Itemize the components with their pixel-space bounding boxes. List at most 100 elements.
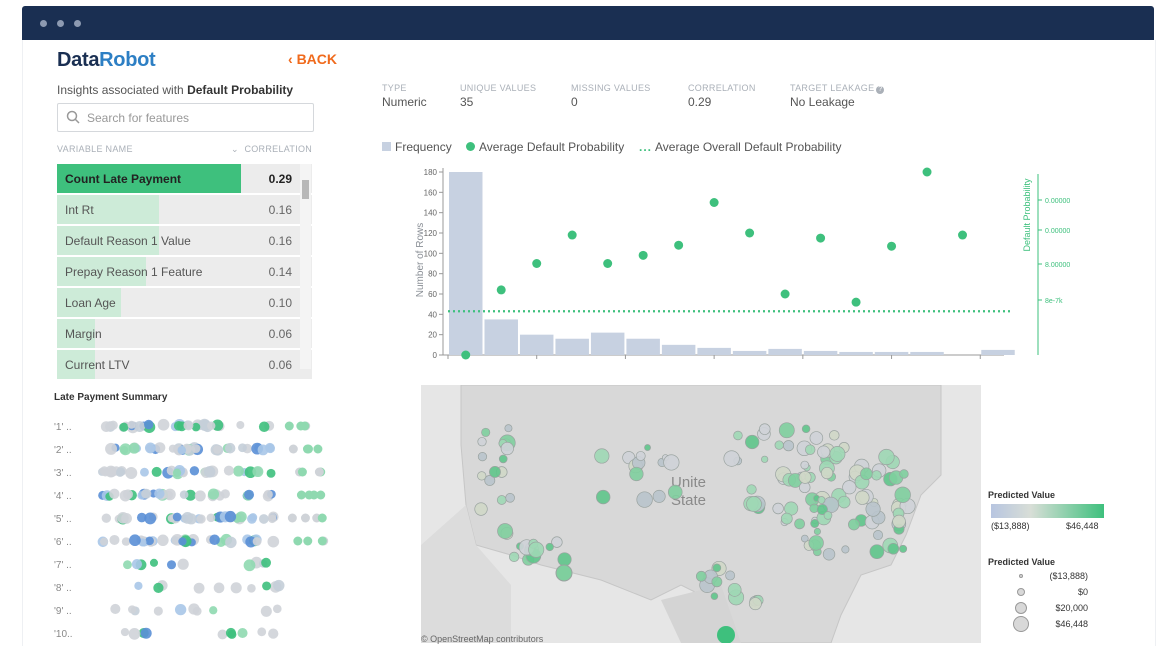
frequency-bar [626,338,660,355]
summary-point [252,466,264,478]
summary-point [189,466,200,476]
summary-point [145,536,154,546]
correlation-header[interactable]: ⌄ CORRELATION [231,144,312,155]
map-point [842,480,857,495]
chevron-down-icon: ⌄ [231,144,239,154]
summary-row-label: '5' .. [54,514,72,525]
summary-point [302,444,312,454]
map-point [497,523,513,540]
frequency-bar [661,344,696,355]
summary-point [247,514,257,524]
late-payment-title: Late Payment Summary [54,392,168,403]
y-tick-label: 140 [424,209,438,218]
window-dot-close[interactable] [40,20,47,27]
frequency-bar [484,319,518,355]
stat-value: 35 [460,95,474,109]
feature-correlation: 0.16 [268,203,292,217]
summary-point [252,537,262,546]
summary-point [134,421,146,433]
summary-point [258,514,269,524]
summary-row-label: '4' .. [54,491,72,502]
summary-point [166,560,177,570]
feature-name: Loan Age [65,296,116,310]
summary-point [224,442,236,454]
feature-row[interactable]: Default Reason 1 Value 0.16 [57,226,312,255]
average-default-point [674,240,684,250]
summary-point [212,445,222,454]
map-point [894,486,911,504]
stat-value: 0 [571,95,578,109]
map-point [772,502,784,515]
window-dot-maximize[interactable] [74,20,81,27]
map-point [780,512,793,525]
summary-point [297,467,307,477]
feature-row[interactable]: Int Rt 0.16 [57,195,312,224]
map-point [477,452,488,462]
frequency-bar [449,172,483,355]
window-dot-minimize[interactable] [57,20,64,27]
summary-point [206,513,216,523]
stat-value: 0.29 [688,95,712,109]
summary-point [131,559,143,570]
map-point [477,437,487,447]
feature-row[interactable]: Count Late Payment 0.29 [57,164,312,193]
size-legend-title: Predicted Value [988,557,1056,567]
average-default-point [709,198,719,207]
summary-point [224,510,237,523]
scrollbar-thumb[interactable] [302,180,309,199]
prediction-map[interactable]: UniteState [421,385,981,643]
feature-row[interactable]: Prepay Reason 1 Feature 0.14 [57,257,312,286]
summary-point [258,421,270,433]
map-point [710,592,719,600]
map-point [498,454,508,464]
feature-row[interactable]: Margin 0.06 [57,319,312,348]
average-default-point [461,350,471,360]
frequency-bar [874,351,909,355]
stat-label: UNIQUE VALUES [460,83,537,93]
variable-name-header[interactable]: VARIABLE NAME [57,144,133,154]
window-titlebar [22,6,1154,40]
summary-point [144,442,156,454]
summary-point [244,489,255,500]
map-point [798,470,812,484]
map-point [800,460,810,470]
map-point [837,495,851,509]
summary-point [247,584,256,593]
frequency-bar [555,338,589,355]
summary-row-label: '2' .. [54,445,72,456]
y2-tick-label: 0.00000 [1045,228,1070,235]
legend-average-overall: ... Average Overall Default Probability [639,140,842,154]
feature-row[interactable]: Loan Age 0.10 [57,288,312,317]
summary-point [213,582,225,594]
feature-search-input[interactable]: Search for features [57,103,314,132]
map-point [496,495,507,505]
size-legend-circle [1017,588,1025,596]
map-point [557,552,572,567]
app-window: DataRobot ‹ BACK Insights associated wit… [22,40,1156,646]
help-icon[interactable]: ? [876,86,885,94]
summary-point [303,536,313,546]
map-point [801,424,811,434]
legend-average-default: Average Default Probability [466,140,624,154]
map-point [809,431,824,445]
back-button[interactable]: ‹ BACK [288,51,337,67]
frequency-bar [803,350,838,355]
map-point [500,441,514,456]
feature-row[interactable]: Current LTV 0.06 [57,350,312,379]
feature-correlation: 0.06 [268,327,292,341]
summary-point [238,443,247,453]
summary-point [153,582,164,594]
map-point [899,544,908,553]
target-name: Default Probability [187,83,294,97]
map-point [778,422,795,439]
average-default-point [922,167,932,177]
summary-point [206,421,216,430]
feature-correlation: 0.10 [268,296,292,310]
datarobot-logo[interactable]: DataRobot [57,49,156,72]
summary-point [272,604,282,614]
summary-point [119,422,129,432]
stat-label: MISSING VALUES [571,83,651,93]
feature-name: Int Rt [65,203,94,217]
summary-point [168,444,177,453]
summary-point [121,537,131,546]
